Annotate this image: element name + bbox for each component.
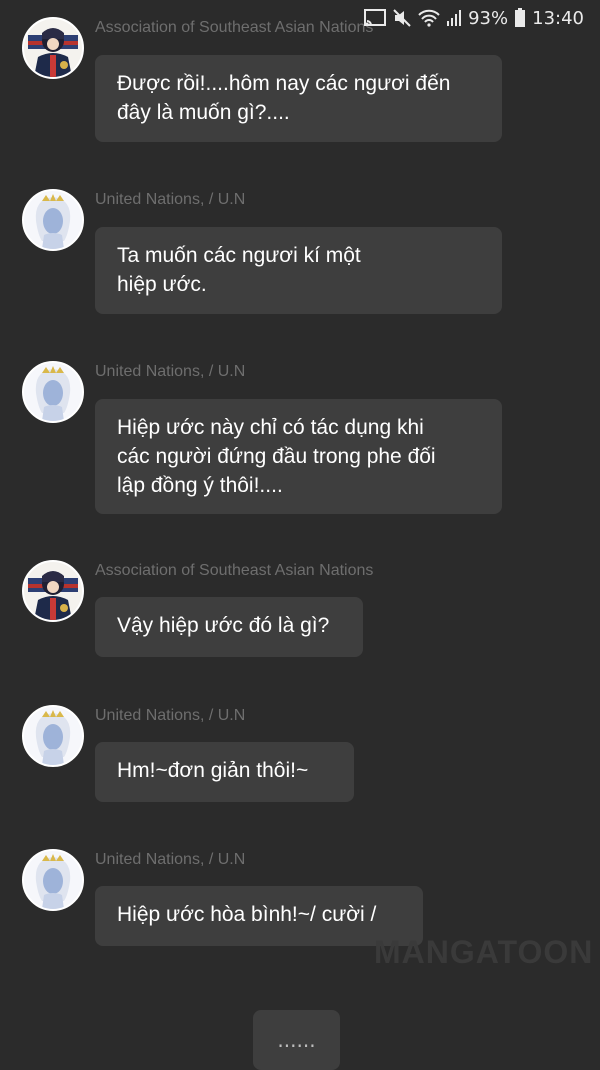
sender-name: United Nations, / U.N xyxy=(95,363,246,380)
sender-name: United Nations, / U.N xyxy=(95,191,246,208)
battery-icon xyxy=(514,8,526,28)
message-bubble[interactable]: Hm!~đơn giản thôi!~ xyxy=(95,742,354,802)
clock: 13:40 xyxy=(532,7,584,29)
signal-icon xyxy=(446,9,462,27)
un-avatar[interactable] xyxy=(22,361,84,423)
sender-name: Association of Southeast Asian Nations xyxy=(95,562,374,579)
un-avatar[interactable] xyxy=(22,189,84,251)
asean-avatar[interactable] xyxy=(22,560,84,622)
more-button[interactable]: ...... xyxy=(253,1010,340,1070)
battery-percent: 93% xyxy=(468,7,509,29)
message-bubble[interactable]: Ta muốn các ngươi kí một hiệp ước. xyxy=(95,227,502,314)
cast-icon xyxy=(364,9,387,27)
wifi-icon xyxy=(418,9,440,27)
message-bubble[interactable]: Hiệp ước này chỉ có tác dụng khi các ngư… xyxy=(95,399,502,514)
status-bar: 93% 13:40 xyxy=(0,0,600,36)
message-bubble[interactable]: Vậy hiệp ước đó là gì? xyxy=(95,597,363,657)
sender-name: United Nations, / U.N xyxy=(95,851,246,868)
sender-name: United Nations, / U.N xyxy=(95,707,246,724)
un-avatar[interactable] xyxy=(22,705,84,767)
message-bubble[interactable]: Được rồi!....hôm nay các ngươi đến đây l… xyxy=(95,55,502,142)
mute-icon xyxy=(392,8,412,28)
mangatoon-watermark: MANGATOON xyxy=(374,934,594,970)
un-avatar[interactable] xyxy=(22,849,84,911)
